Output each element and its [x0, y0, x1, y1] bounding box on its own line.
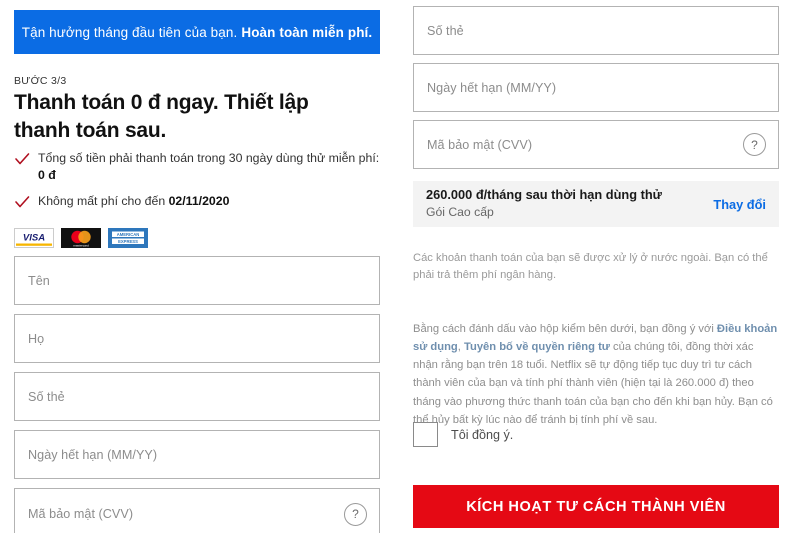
plan-name: Gói Cao cấp	[426, 205, 494, 220]
card-number-placeholder: Số thẻ	[427, 23, 464, 38]
agree-checkbox[interactable]	[413, 422, 438, 447]
cvv-placeholder: Mã bảo mật (CVV)	[427, 137, 533, 152]
legal-part-1: Bằng cách đánh dấu vào hộp kiểm bên dưới…	[413, 323, 717, 335]
expiry-date-placeholder: Ngày hết hạn (MM/YY)	[427, 80, 557, 95]
cvv-input[interactable]: Mã bảo mật (CVV) ?	[413, 120, 779, 169]
help-question-icon[interactable]: ?	[743, 133, 766, 156]
foreign-transaction-note: Các khoản thanh toán của bạn sẽ được xử …	[413, 252, 768, 282]
expiry-date-input[interactable]: Ngày hết hạn (MM/YY)	[413, 63, 779, 112]
privacy-statement-link[interactable]: Tuyên bố về quyền riêng tư	[464, 341, 610, 353]
selected-plan-summary: 260.000 đ/tháng sau thời hạn dùng thử Gó…	[413, 181, 779, 227]
plan-details: 260.000 đ/tháng sau thời hạn dùng thử Gó…	[426, 187, 662, 221]
legal-part-3: của chúng tôi, đồng thời xác nhận rằng b…	[413, 341, 773, 426]
start-membership-button[interactable]: KÍCH HOẠT TƯ CÁCH THÀNH VIÊN	[413, 485, 779, 528]
right-column: Số thẻ Ngày hết hạn (MM/YY) Mã bảo mật (…	[0, 0, 800, 533]
change-plan-link[interactable]: Thay đổi	[713, 197, 766, 212]
agreement-row[interactable]: Tôi đồng ý.	[413, 422, 513, 447]
plan-price: 260.000 đ/tháng sau thời hạn dùng thử	[426, 187, 662, 202]
legal-agreement-text: Bằng cách đánh dấu vào hộp kiểm bên dưới…	[413, 320, 779, 429]
agree-checkbox-label: Tôi đồng ý.	[451, 427, 514, 442]
payment-setup-page: Tận hưởng tháng đầu tiên của bạn. Hoàn t…	[0, 0, 800, 533]
card-number-input[interactable]: Số thẻ	[413, 6, 779, 55]
